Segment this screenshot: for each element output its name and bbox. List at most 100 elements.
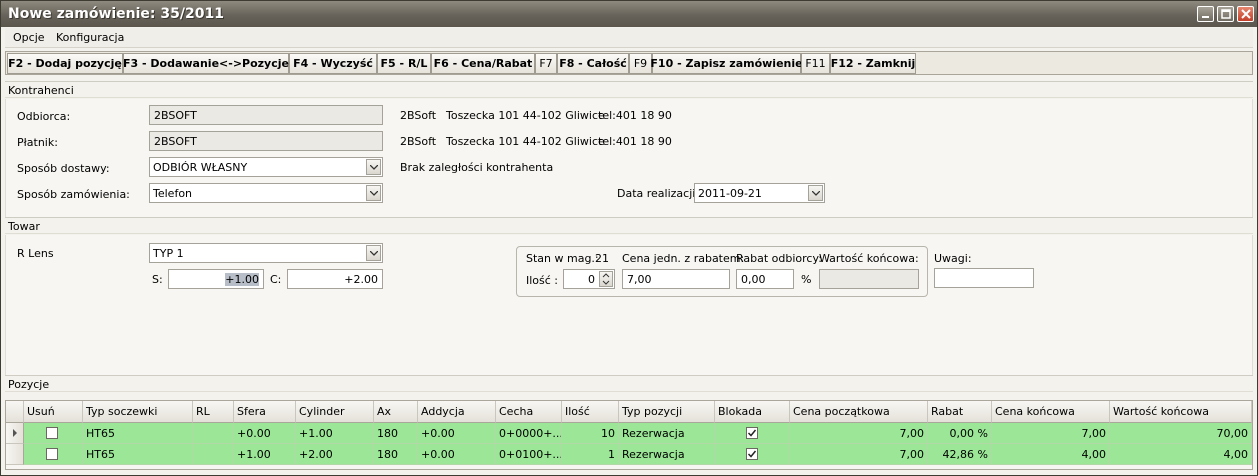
- cell-discount[interactable]: 0,00 %: [928, 423, 992, 444]
- final-value-field: [819, 269, 919, 289]
- price-discount-button[interactable]: F6 - Cena/Rabat: [431, 53, 535, 74]
- payer-field[interactable]: 2BSOFT: [149, 131, 383, 151]
- chevron-down-icon[interactable]: [366, 245, 381, 261]
- f7-button[interactable]: F7: [535, 53, 557, 74]
- toggle-add-positions-button[interactable]: F3 - Dodawanie<->Pozycje: [123, 53, 289, 74]
- cell-final-value[interactable]: 4,00: [1110, 444, 1252, 465]
- cell-feature[interactable]: 0+0100+...: [496, 444, 562, 465]
- cell-position-type[interactable]: Rezerwacja: [619, 444, 715, 465]
- cell-sphere[interactable]: +1.00: [234, 444, 296, 465]
- spinner-arrows-icon[interactable]: [599, 271, 613, 287]
- product-panel: R Lens TYP 1 S: +1.00 C: +2.00 Stan w ma…: [5, 235, 1253, 375]
- row-selector[interactable]: [6, 423, 24, 444]
- minimize-button[interactable]: [1197, 6, 1214, 22]
- close-button[interactable]: F12 - Zamknij: [830, 53, 916, 74]
- cell-quantity[interactable]: 10: [562, 423, 619, 444]
- f11-button[interactable]: F11: [801, 53, 830, 74]
- order-method-select[interactable]: Telefon: [149, 183, 383, 203]
- cell-quantity[interactable]: 1: [562, 444, 619, 465]
- cell-addition[interactable]: +0.00: [418, 444, 496, 465]
- stock-price-group: Stan w mag.: 21 Cena jedn. z rabatem: Ra…: [516, 246, 928, 297]
- cell-axis[interactable]: 180: [374, 423, 418, 444]
- recipient-address: Toszecka 101 44-102 Gliwice: [446, 109, 605, 122]
- column-header[interactable]: Sfera: [234, 401, 296, 423]
- stock-label: Stan w mag.:: [526, 252, 599, 265]
- delete-checkbox[interactable]: [46, 427, 58, 439]
- lock-checkbox[interactable]: [746, 448, 758, 460]
- recipient-field[interactable]: 2BSOFT: [149, 105, 383, 125]
- cell-initial-price[interactable]: 7,00: [790, 444, 928, 465]
- menu-konfiguracja[interactable]: Konfiguracja: [56, 31, 124, 44]
- add-position-button[interactable]: F2 - Dodaj pozycję: [7, 53, 123, 74]
- column-header[interactable]: Blokada: [715, 401, 790, 423]
- column-header[interactable]: Typ pozycji: [619, 401, 715, 423]
- cylinder-label: C:: [270, 273, 282, 286]
- delivery-method-select[interactable]: ODBIÓR WŁASNY: [149, 157, 383, 177]
- cell-position-type[interactable]: Rezerwacja: [619, 423, 715, 444]
- cell-lens-type[interactable]: HT65: [83, 444, 193, 465]
- title-bar[interactable]: Nowe zamówienie: 35/2011: [1, 1, 1257, 27]
- column-header[interactable]: RL: [193, 401, 234, 423]
- product-type-select[interactable]: TYP 1: [149, 243, 383, 263]
- customer-discount-label: Rabat odbiorcy:: [736, 252, 822, 265]
- payer-phone: tel:401 18 90: [598, 135, 672, 148]
- column-header[interactable]: Rabat: [928, 401, 992, 423]
- menu-opcje[interactable]: Opcje: [13, 31, 45, 44]
- cell-cylinder[interactable]: +2.00: [296, 444, 374, 465]
- positions-section-header: Pozycje: [5, 375, 1253, 392]
- cell-lock[interactable]: [715, 444, 790, 465]
- rl-button[interactable]: F5 - R/L: [377, 53, 431, 74]
- function-key-toolbar: F2 - Dodaj pozycję F3 - Dodawanie<->Pozy…: [5, 51, 1253, 75]
- chevron-down-icon[interactable]: [366, 185, 381, 201]
- notes-input[interactable]: [934, 268, 1034, 288]
- save-order-button[interactable]: F10 - Zapisz zamówienie: [650, 53, 803, 74]
- cell-initial-price[interactable]: 7,00: [790, 423, 928, 444]
- column-header[interactable]: Cylinder: [296, 401, 374, 423]
- table-row[interactable]: [24, 423, 83, 444]
- cell-rl[interactable]: [193, 423, 234, 444]
- table-row[interactable]: [24, 444, 83, 465]
- delivery-method-value: ODBIÓR WŁASNY: [153, 161, 248, 174]
- cell-lens-type[interactable]: HT65: [83, 423, 193, 444]
- f9-button[interactable]: F9: [629, 53, 652, 74]
- cell-final-price[interactable]: 7,00: [992, 423, 1110, 444]
- column-header[interactable]: Ilość: [562, 401, 619, 423]
- total-button[interactable]: F8 - Całość: [557, 53, 629, 74]
- column-header[interactable]: Typ soczewki: [83, 401, 193, 423]
- cell-lock[interactable]: [715, 423, 790, 444]
- quantity-value: 0: [588, 273, 595, 286]
- customer-discount-input[interactable]: 0,00: [736, 269, 794, 289]
- cylinder-input[interactable]: +2.00: [287, 269, 383, 289]
- row-selector[interactable]: [6, 444, 24, 465]
- column-header[interactable]: Cena początkowa: [790, 401, 928, 423]
- cell-cylinder[interactable]: +1.00: [296, 423, 374, 444]
- column-header[interactable]: Cecha: [496, 401, 562, 423]
- stock-value: 21: [595, 252, 609, 265]
- column-header[interactable]: Addycja: [418, 401, 496, 423]
- column-header[interactable]: Ax: [374, 401, 418, 423]
- clear-button[interactable]: F4 - Wyczyść: [289, 53, 377, 74]
- sphere-input[interactable]: +1.00: [168, 269, 264, 289]
- window-title: Nowe zamówienie: 35/2011: [8, 6, 224, 22]
- delete-checkbox[interactable]: [46, 448, 58, 460]
- chevron-down-icon[interactable]: [808, 185, 823, 201]
- close-window-button[interactable]: [1237, 6, 1254, 22]
- cell-addition[interactable]: +0.00: [418, 423, 496, 444]
- cell-sphere[interactable]: +0.00: [234, 423, 296, 444]
- lock-checkbox[interactable]: [746, 427, 758, 439]
- maximize-button[interactable]: [1217, 6, 1234, 22]
- chevron-down-icon[interactable]: [366, 159, 381, 175]
- unit-price-label: Cena jedn. z rabatem:: [622, 252, 745, 265]
- cell-final-price[interactable]: 4,00: [992, 444, 1110, 465]
- column-header[interactable]: Cena końcowa: [992, 401, 1110, 423]
- column-header[interactable]: Usuń: [24, 401, 83, 423]
- cell-feature[interactable]: 0+0000+...: [496, 423, 562, 444]
- cell-axis[interactable]: 180: [374, 444, 418, 465]
- realization-date-picker[interactable]: 2011-09-21: [694, 183, 825, 203]
- unit-price-input[interactable]: 7,00: [622, 269, 730, 289]
- cell-rl[interactable]: [193, 444, 234, 465]
- cell-discount[interactable]: 42,86 %: [928, 444, 992, 465]
- quantity-stepper[interactable]: 0: [563, 269, 615, 289]
- column-header[interactable]: Wartość końcowa: [1110, 401, 1252, 423]
- cell-final-value[interactable]: 70,00: [1110, 423, 1252, 444]
